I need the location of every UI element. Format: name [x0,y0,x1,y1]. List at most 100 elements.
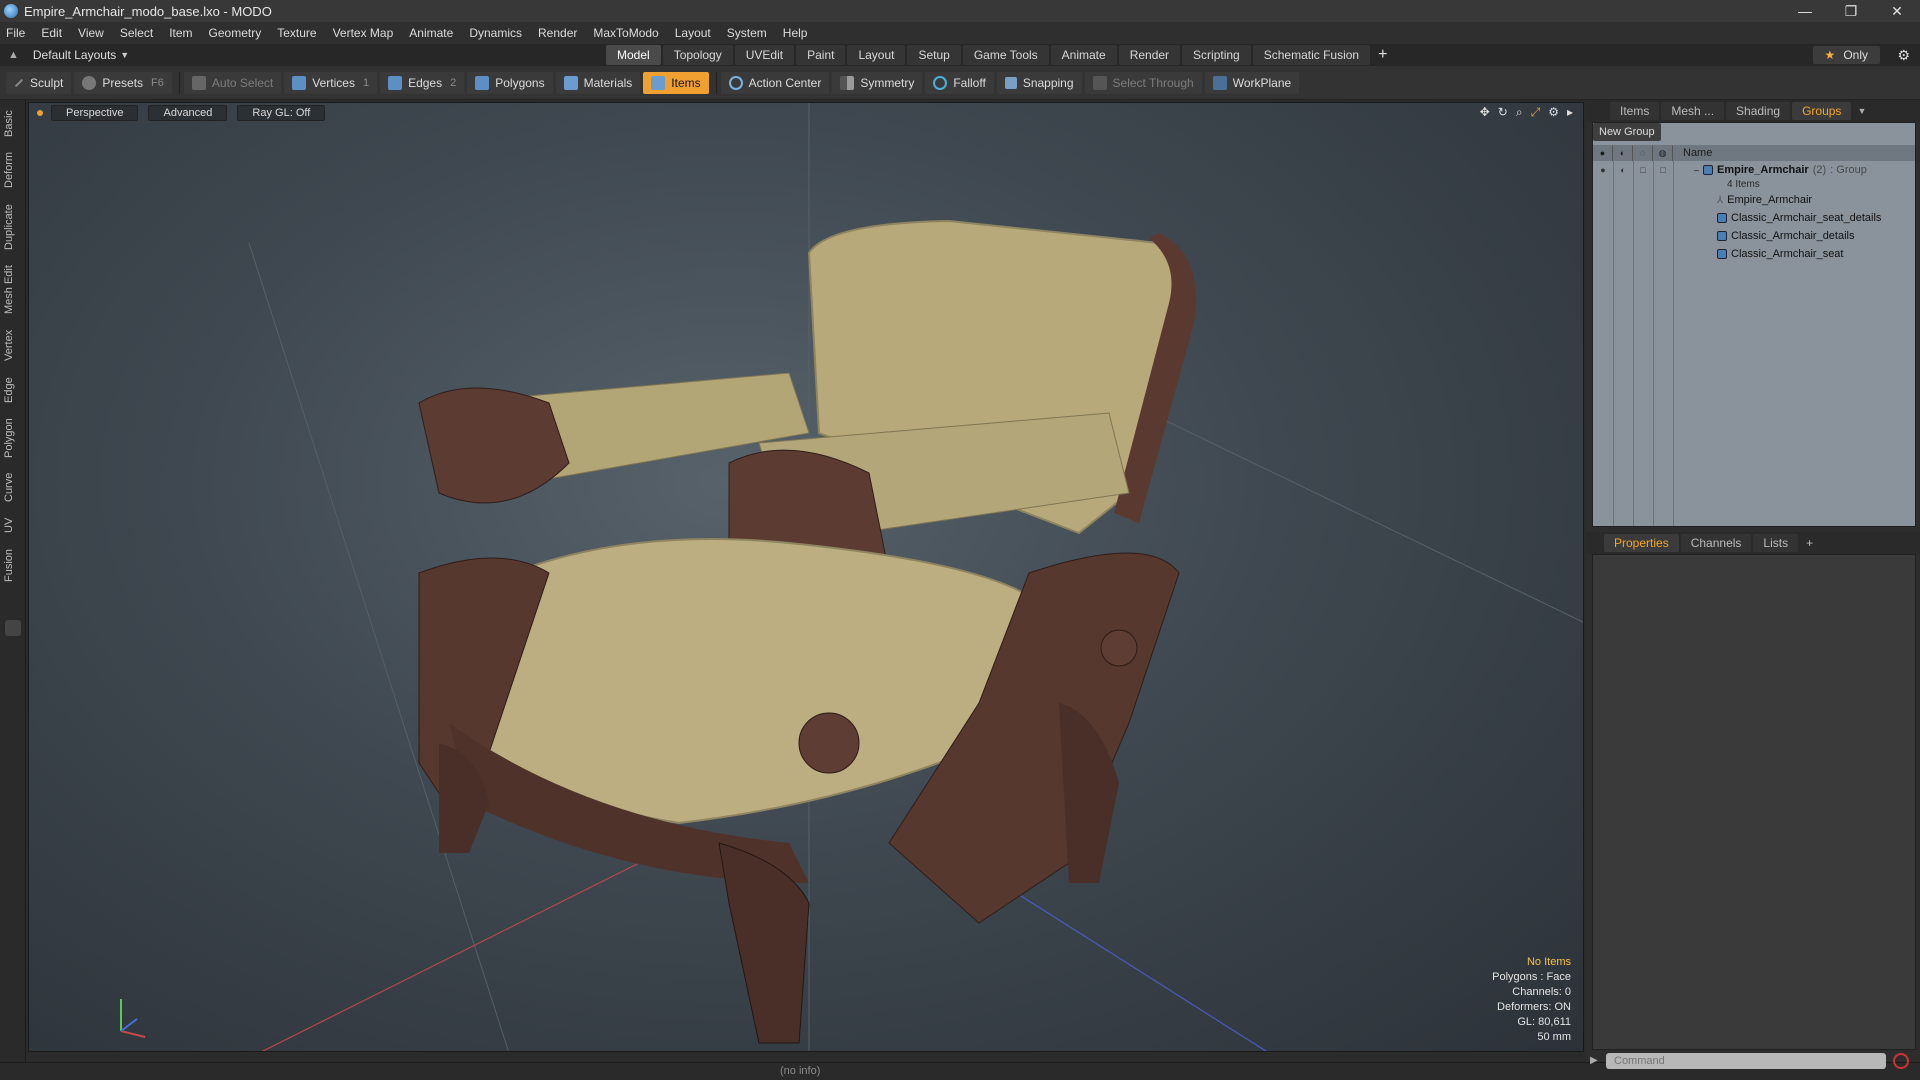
vertices-button[interactable]: Vertices 1 [284,71,378,94]
expand-arrow-icon[interactable]: ▸ [1567,105,1573,120]
tab-topology[interactable]: Topology [662,45,733,65]
rotate-view-icon[interactable]: ↻ [1498,105,1508,120]
render-col-icon[interactable]: ◐ [1613,145,1633,161]
select-col-icon[interactable]: ◍ [1653,145,1673,161]
tab-scripting[interactable]: Scripting [1182,45,1251,65]
left-tab-fusion[interactable]: Fusion [3,544,23,586]
tab-animate[interactable]: Animate [1050,45,1117,65]
left-tab-duplicate[interactable]: Duplicate [3,198,23,256]
visibility-col-icon[interactable]: ● [1593,145,1613,161]
tab-model[interactable]: Model [606,45,661,65]
menu-system[interactable]: System [727,26,767,40]
add-tab-icon[interactable]: + [1378,46,1387,64]
command-arrow-icon[interactable]: ▶ [1590,1055,1598,1066]
left-tab-basic[interactable]: Basic [3,106,23,142]
select-through-button[interactable]: Select Through [1084,71,1202,94]
perspective-dropdown[interactable]: Perspective [51,105,139,121]
left-tab-polygon[interactable]: Polygon [3,414,23,462]
lock-icon[interactable]: □ [1633,165,1653,175]
maximize-button[interactable]: ❐ [1828,0,1874,22]
lock-col-icon[interactable]: ◌ [1633,145,1653,161]
tab-channels[interactable]: Channels [1680,534,1752,552]
menu-layout[interactable]: Layout [675,26,711,40]
default-layouts-dropdown[interactable]: ▲ Default Layouts ▼ [0,48,606,62]
edges-button[interactable]: Edges 2 [380,71,465,94]
move-view-icon[interactable]: ✥ [1480,105,1490,120]
expand-icon[interactable]: – [1673,165,1703,175]
eye-icon[interactable]: ● [1593,165,1613,175]
tab-paint[interactable]: Paint [796,45,846,65]
panel-toggle-button[interactable] [5,620,21,636]
materials-button[interactable]: Materials [555,71,641,94]
new-group-button[interactable]: New Group [1593,123,1661,141]
tab-items[interactable]: Items [1610,102,1660,120]
tab-properties[interactable]: Properties [1604,534,1679,552]
left-tab-mesh-edit[interactable]: Mesh Edit [3,262,23,318]
command-input[interactable] [1606,1053,1886,1069]
menu-view[interactable]: View [78,26,104,40]
tab-render[interactable]: Render [1118,45,1181,65]
gear-icon[interactable]: ⚙ [1897,47,1910,64]
falloff-button[interactable]: Falloff [925,71,994,94]
left-tab-deform[interactable]: Deform [3,148,23,192]
close-button[interactable]: ✕ [1874,0,1920,22]
sculpt-button[interactable]: Sculpt [6,71,72,94]
menu-animate[interactable]: Animate [409,26,453,40]
menu-help[interactable]: Help [783,26,808,40]
tab-shading[interactable]: Shading [1726,102,1791,120]
menu-select[interactable]: Select [120,26,153,40]
3d-viewport[interactable]: Perspective Advanced Ray GL: Off ✥ ↻ ⌕ ⤢… [28,102,1584,1052]
tab-layout[interactable]: Layout [847,45,906,65]
select-icon[interactable]: □ [1653,165,1673,175]
menu-geometry[interactable]: Geometry [209,26,262,40]
group-item-count: 4 Items [1727,179,1760,190]
group-child-row[interactable]: ⅄ Empire_Armchair [1593,191,1915,209]
symmetry-button[interactable]: Symmetry [832,71,923,94]
tab-setup[interactable]: Setup [907,45,961,65]
only-toggle[interactable]: ★ Only [1812,46,1880,64]
layouts-label: Default Layouts [32,48,117,62]
tab-schematic-fusion[interactable]: Schematic Fusion [1252,45,1371,65]
menu-edit[interactable]: Edit [41,26,62,40]
tab-mesh[interactable]: Mesh ... [1661,102,1725,120]
menu-file[interactable]: File [6,26,25,40]
group-child-row[interactable]: Classic_Armchair_seat [1593,245,1915,263]
advanced-dropdown[interactable]: Advanced [148,105,228,121]
presets-button[interactable]: Presets F6 [74,71,172,94]
zoom-view-icon[interactable]: ⌕ [1516,105,1523,120]
fit-view-icon[interactable]: ⤢ [1531,105,1541,120]
menu-vertex-map[interactable]: Vertex Map [333,26,394,40]
left-tab-uv[interactable]: UV [3,512,23,538]
menu-maxtomodo[interactable]: MaxToModo [593,26,658,40]
action-center-button[interactable]: Action Center [720,71,830,94]
menu-item[interactable]: Item [169,26,192,40]
menu-texture[interactable]: Texture [277,26,316,40]
tab-lists[interactable]: Lists [1753,534,1799,552]
group-child-row[interactable]: Classic_Armchair_seat_details [1593,209,1915,227]
settings-icon[interactable]: ⚙ [1548,105,1559,120]
minimize-button[interactable]: — [1782,0,1828,22]
group-row-root[interactable]: ● ◐ □ □ – Empire_Armchair (2) : Group [1593,161,1915,179]
tab-groups[interactable]: Groups [1792,102,1852,120]
command-record-icon[interactable] [1893,1053,1909,1069]
tab-game-tools[interactable]: Game Tools [962,45,1049,65]
group-child-row[interactable]: Classic_Armchair_details [1593,227,1915,245]
snapping-button[interactable]: Snapping [996,71,1082,94]
chevron-down-icon[interactable]: ▼ [1857,106,1866,116]
left-tab-vertex[interactable]: Vertex [3,324,23,366]
auto-select-button[interactable]: Auto Select [183,71,282,94]
left-tab-curve[interactable]: Curve [3,468,23,506]
workplane-button[interactable]: WorkPlane [1204,71,1300,94]
pin-icon[interactable]: ▲ [8,49,19,61]
grid-line [1128,402,1583,623]
items-button[interactable]: Items [643,71,709,94]
polygons-button[interactable]: Polygons [467,71,553,94]
group-icon [1703,165,1713,175]
render-icon[interactable]: ◐ [1613,165,1633,175]
tab-uvedit[interactable]: UVEdit [734,45,795,65]
add-tab-icon[interactable]: + [1806,536,1813,550]
menu-dynamics[interactable]: Dynamics [469,26,522,40]
menu-render[interactable]: Render [538,26,577,40]
left-tab-edge[interactable]: Edge [3,372,23,408]
raygl-toggle[interactable]: Ray GL: Off [237,105,326,121]
